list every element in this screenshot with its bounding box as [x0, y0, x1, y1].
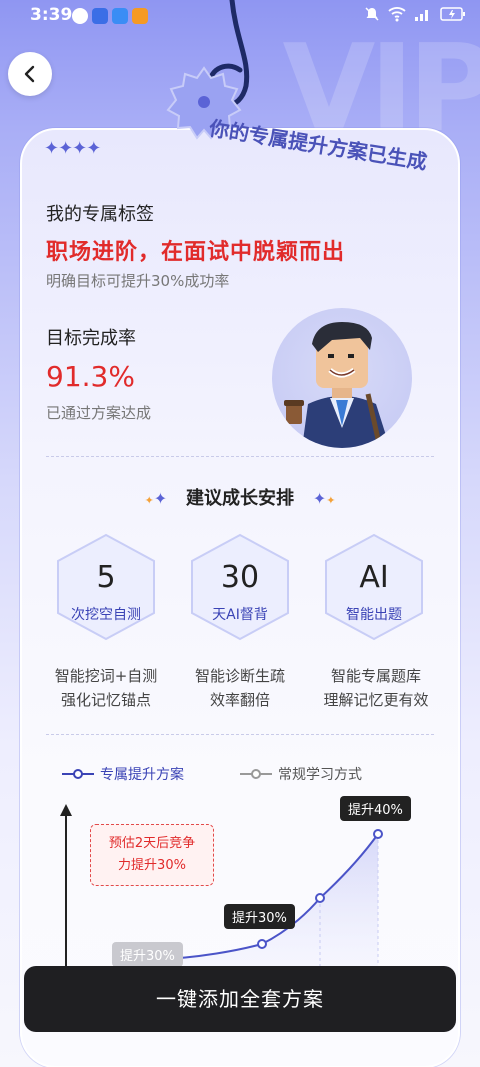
tag-subtitle: 明确目标可提升30%成功率	[46, 272, 230, 290]
plan-item-number: 30	[220, 560, 260, 595]
plan-item-desc-1: 智能挖词+自测 强化记忆锚点	[36, 664, 176, 712]
plan-item-desc-line: 智能挖词+自测	[54, 667, 158, 685]
rate-label: 目标完成率	[46, 328, 136, 349]
forecast-callout: 预估2天后竞争 力提升30%	[90, 824, 214, 886]
stars-icon: ✦✦✦✦	[44, 138, 101, 159]
chart-y-axis-arrow	[60, 804, 72, 816]
back-button[interactable]	[8, 52, 52, 96]
plan-item-number: AI	[359, 560, 389, 595]
chart-point	[373, 829, 383, 839]
divider-2	[46, 734, 434, 735]
chart-point	[257, 939, 267, 949]
tip-mid: 提升30%	[224, 904, 295, 929]
sparkle-icon: ✦	[153, 489, 168, 508]
plan-item-1: 5 次挖空自测	[52, 532, 160, 642]
tip-low: 提升30%	[112, 942, 183, 967]
tip-top: 提升40%	[340, 796, 411, 821]
tag-label: 我的专属标签	[46, 204, 154, 225]
plan-item-label: 次挖空自测	[71, 607, 141, 623]
sparkle-icon: ✦	[326, 494, 336, 507]
plan-item-label: 智能出题	[346, 607, 402, 623]
rate-value: 91.3%	[46, 360, 135, 393]
plan-item-desc-line: 强化记忆锚点	[60, 691, 151, 709]
chart-point	[315, 893, 325, 903]
callout-line: 预估2天后竞争	[108, 836, 196, 851]
avatar	[272, 308, 412, 448]
plan-item-desc-3: 智能专属题库 理解记忆更有效	[306, 664, 446, 712]
growth-section-title: ✦✦ 建议成长安排 ✦✦	[0, 484, 480, 510]
plan-item-desc-line: 智能专属题库	[330, 667, 421, 685]
plan-item-2: 30 天AI督背	[186, 532, 294, 642]
growth-title-text: 建议成长安排	[186, 488, 294, 509]
legend-line-dot-icon	[240, 769, 272, 779]
chevron-left-icon	[24, 65, 35, 83]
plan-item-3: AI 智能出题	[320, 532, 428, 642]
legend-line-dot-icon	[62, 769, 94, 779]
plan-item-desc-line: 智能诊断生疏	[194, 667, 285, 685]
sparkle-icon: ✦	[312, 489, 327, 508]
sparkle-icon: ✦	[144, 494, 154, 507]
tag-headline: 职场进阶，在面试中脱颖而出	[46, 240, 346, 265]
businessman-illustration	[284, 322, 390, 448]
plan-item-desc-line: 效率翻倍	[209, 691, 270, 709]
plan-item-label: 天AI督背	[212, 607, 268, 623]
plan-item-desc-2: 智能诊断生疏 效率翻倍	[170, 664, 310, 712]
callout-line: 力提升30%	[118, 858, 186, 873]
plan-item-desc-line: 理解记忆更有效	[323, 691, 429, 709]
add-all-plans-button[interactable]: 一键添加全套方案	[24, 966, 456, 1032]
rate-subtitle: 已通过方案达成	[46, 404, 152, 422]
plan-item-number: 5	[96, 560, 116, 595]
divider-1	[46, 456, 434, 457]
